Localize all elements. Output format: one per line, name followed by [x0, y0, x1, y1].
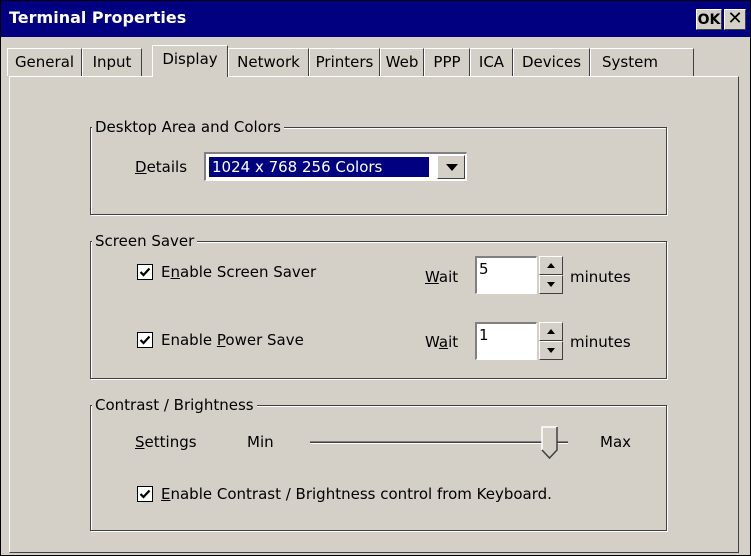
screen-saver-group: Screen Saver — [90, 232, 667, 379]
power-save-wait-up-button[interactable] — [539, 322, 563, 341]
contrast-brightness-group-title: Contrast / Brightness — [92, 396, 257, 414]
tab-network[interactable]: Network — [228, 48, 309, 76]
checkmark-icon — [139, 267, 151, 277]
tab-ica[interactable]: ICA — [470, 48, 513, 76]
tab-general[interactable]: General — [7, 48, 82, 76]
title-bar: Terminal Properties OK ✕ — [1, 1, 750, 37]
enable-keyboard-contrast-label: Enable Contrast / Brightness control fro… — [161, 485, 552, 503]
details-dropdown-value: 1024 x 768 256 Colors — [209, 157, 429, 177]
max-label: Max — [600, 433, 632, 451]
enable-power-save-label: Enable Power Save — [161, 331, 304, 349]
tab-input[interactable]: Input — [82, 48, 142, 76]
tab-system[interactable]: System — [590, 48, 694, 76]
chevron-down-icon[interactable] — [437, 155, 465, 179]
contrast-slider-thumb[interactable] — [541, 426, 559, 460]
checkmark-icon — [139, 335, 151, 345]
enable-keyboard-contrast-checkbox[interactable] — [137, 486, 153, 502]
window-title: Terminal Properties — [9, 8, 187, 27]
power-save-wait-down-button[interactable] — [539, 341, 563, 360]
screen-saver-wait-down-button[interactable] — [539, 275, 563, 294]
enable-power-save-checkbox[interactable] — [137, 332, 153, 348]
tab-web[interactable]: Web — [380, 48, 424, 76]
tab-printers[interactable]: Printers — [309, 48, 380, 76]
contrast-brightness-group: Contrast / Brightness — [90, 396, 667, 531]
enable-screen-saver-label: Enable Screen Saver — [161, 263, 317, 281]
details-label: Details — [135, 158, 188, 176]
screen-saver-group-title: Screen Saver — [92, 232, 198, 250]
desktop-area-group-title: Desktop Area and Colors — [92, 118, 284, 136]
close-icon[interactable]: ✕ — [724, 9, 746, 30]
screen-saver-wait-input[interactable]: 5 — [475, 256, 537, 294]
wait-label-2: Wait — [425, 333, 459, 351]
power-save-wait-input[interactable]: 1 — [475, 322, 537, 360]
minutes-label-2: minutes — [570, 333, 631, 351]
tab-devices[interactable]: Devices — [513, 48, 590, 76]
screen-saver-wait-up-button[interactable] — [539, 256, 563, 275]
details-dropdown[interactable]: 1024 x 768 256 Colors — [204, 152, 467, 181]
tab-ppp[interactable]: PPP — [424, 48, 470, 76]
min-label: Min — [247, 433, 274, 451]
ok-button[interactable]: OK — [696, 9, 722, 30]
tab-display[interactable]: Display — [152, 45, 228, 77]
enable-screen-saver-checkbox[interactable] — [137, 264, 153, 280]
terminal-properties-window: Terminal Properties OK ✕ General Input D… — [0, 0, 751, 556]
minutes-label-1: minutes — [570, 268, 631, 286]
wait-label-1: Wait — [425, 268, 459, 286]
contrast-slider-track[interactable] — [310, 441, 568, 444]
checkmark-icon — [139, 489, 151, 499]
settings-label: Settings — [135, 433, 197, 451]
